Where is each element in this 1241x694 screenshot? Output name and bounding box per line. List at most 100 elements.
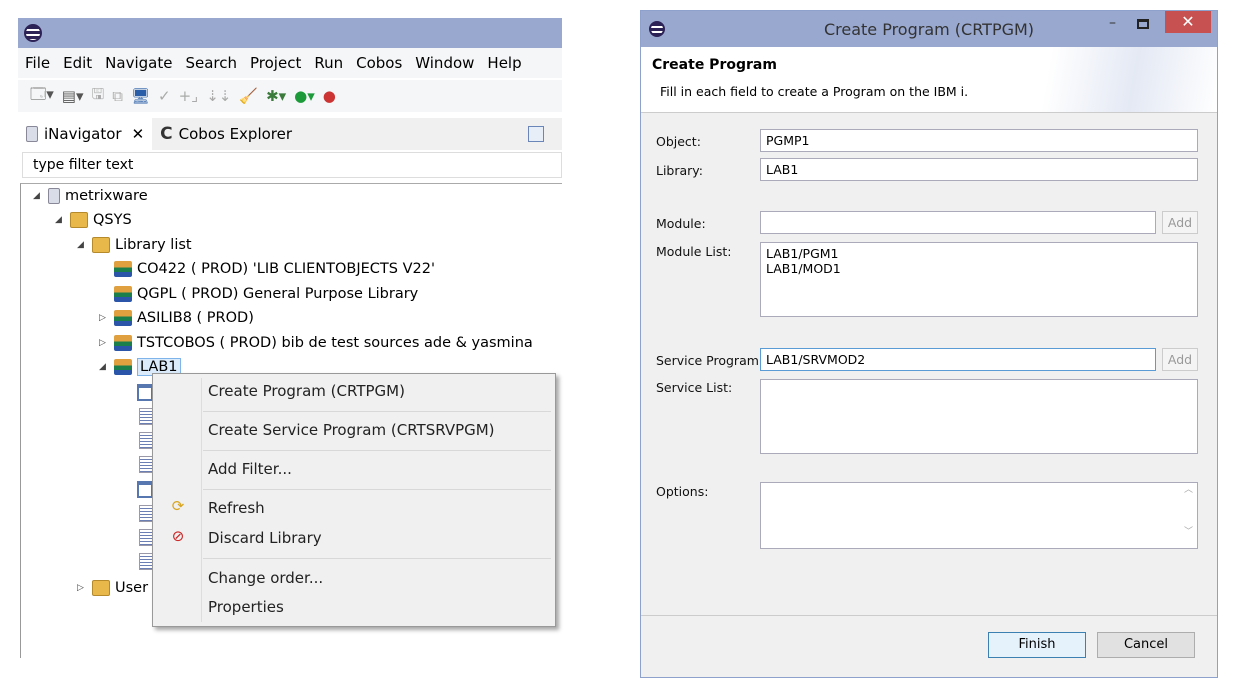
program-icon[interactable] (137, 481, 153, 498)
tab-inavigator[interactable]: iNavigator ✕ (18, 118, 153, 150)
module-input[interactable] (760, 211, 1156, 234)
member-icon[interactable] (139, 432, 153, 449)
service-program-label: Service Program: (656, 353, 764, 368)
module-list[interactable]: LAB1/PGM1 LAB1/MOD1 (760, 242, 1198, 317)
tree-label: QGPL ( PROD) General Purpose Library (137, 286, 419, 302)
broom-icon[interactable]: 🧹 (239, 87, 258, 105)
new-file-icon[interactable]: ▤▾ (62, 87, 84, 105)
menu-edit[interactable]: Edit (56, 54, 98, 72)
menu-file[interactable]: File (18, 54, 56, 72)
menu-search[interactable]: Search (178, 54, 243, 72)
member-icon[interactable] (139, 529, 153, 546)
menu-window[interactable]: Window (408, 54, 480, 72)
menu-item-create-program[interactable]: Create Program (CRTPGM) (208, 380, 405, 402)
tab-label: iNavigator (44, 125, 122, 143)
service-list[interactable] (760, 379, 1198, 454)
library-icon (114, 359, 132, 375)
collapsed-icon[interactable]: ▷ (77, 583, 87, 593)
add-service-program-button[interactable]: Add (1162, 348, 1198, 371)
maximize-button[interactable] (1137, 19, 1149, 29)
dialog-title: Create Program (CRTPGM) (823, 19, 1035, 39)
expanded-icon[interactable]: ◢ (99, 362, 109, 372)
collapsed-icon[interactable]: ▷ (99, 313, 109, 323)
menu-item-properties[interactable]: Properties (208, 596, 284, 618)
library-icon (114, 261, 132, 277)
library-label: Library: (656, 163, 704, 178)
program-icon[interactable] (137, 384, 153, 401)
expanded-icon[interactable]: ◢ (55, 215, 65, 225)
spellcheck-icon[interactable]: ✓ (158, 87, 171, 105)
list-item[interactable]: LAB1/MOD1 (766, 261, 1192, 276)
member-icon[interactable] (139, 505, 153, 522)
menu-help[interactable]: Help (480, 54, 527, 72)
tree-item-library-list[interactable]: ◢ Library list (77, 233, 192, 257)
menu-item-create-service-program[interactable]: Create Service Program (CRTSRVPGM) (208, 419, 495, 441)
refresh-icon: ⟳ (171, 497, 185, 515)
eclipse-icon (649, 21, 665, 37)
library-input[interactable]: LAB1 (760, 158, 1198, 181)
tree-item-qsys[interactable]: ◢ QSYS (55, 208, 132, 232)
member-icon[interactable] (139, 553, 153, 570)
minimize-view-icon[interactable] (528, 126, 544, 142)
new-icon[interactable]: 🗔▾ (30, 84, 54, 109)
menu-bar: File Edit Navigate Search Project Run Co… (18, 48, 562, 78)
server-icon (48, 188, 60, 204)
save-all-icon[interactable]: ⧉ (112, 87, 123, 105)
cancel-button[interactable]: Cancel (1097, 632, 1195, 658)
tree-label: metrixware (65, 188, 148, 204)
ide-titlebar (18, 18, 562, 48)
terminal-icon[interactable]: 🖥 (131, 87, 150, 105)
tree-label: User (115, 580, 149, 596)
header-title: Create Program (652, 57, 777, 73)
member-icon[interactable] (139, 456, 153, 473)
toolbar: 🗔▾ ▤▾ 🖫 ⧉ 🖥 ✓ +⌟ ⇣⇣ 🧹 ✱▾ ●▾ ● (18, 80, 562, 112)
member-icon[interactable] (139, 408, 153, 425)
menu-item-change-order[interactable]: Change order... (208, 567, 323, 589)
view-tabs: iNavigator ✕ C Cobos Explorer (18, 118, 562, 150)
expanded-icon[interactable]: ◢ (33, 191, 43, 201)
tree-item-library[interactable]: ▷ TSTCOBOS ( PROD) bib de test sources ad… (99, 331, 533, 355)
menu-item-discard-library[interactable]: Discard Library (208, 527, 322, 549)
library-icon (114, 335, 132, 351)
tab-cobos-explorer[interactable]: C Cobos Explorer (152, 118, 300, 150)
close-icon[interactable]: ✕ (132, 125, 145, 143)
library-icon (114, 286, 132, 302)
expanded-icon[interactable]: ◢ (77, 240, 87, 250)
folder-icon (70, 212, 88, 228)
minimize-button[interactable]: – (1109, 15, 1116, 31)
service-program-input[interactable]: LAB1/SRVMOD2 (760, 348, 1156, 371)
tree-label: QSYS (93, 212, 132, 228)
add-icon[interactable]: +⌟ (179, 87, 199, 105)
binary-icon[interactable]: ⇣⇣ (206, 87, 231, 105)
menu-run[interactable]: Run (307, 54, 349, 72)
cobos-icon: C (160, 124, 173, 144)
filter-input[interactable]: type filter text (22, 152, 562, 178)
finish-button[interactable]: Finish (988, 632, 1086, 658)
dialog-header: Create Program Fill in each field to cre… (641, 47, 1217, 113)
debug-icon[interactable]: ✱▾ (266, 87, 286, 105)
dialog-titlebar: Create Program (CRTPGM) – ✕ (641, 11, 1217, 47)
external-tools-icon[interactable]: ● (323, 87, 336, 105)
tree-item-library[interactable]: ▷ ASILIB8 ( PROD) (99, 306, 254, 330)
object-input[interactable]: PGMP1 (760, 129, 1198, 152)
tree-item-user[interactable]: ▷ User (77, 576, 148, 600)
tree-label: CO422 ( PROD) 'LIB CLIENTOBJECTS V22' (137, 261, 435, 277)
discard-icon: ⊘ (171, 527, 185, 545)
run-icon[interactable]: ●▾ (294, 87, 315, 105)
menu-project[interactable]: Project (243, 54, 307, 72)
library-icon (114, 310, 132, 326)
tree-item-library[interactable]: CO422 ( PROD) 'LIB CLIENTOBJECTS V22' (99, 257, 435, 281)
close-button[interactable]: ✕ (1165, 11, 1211, 33)
menu-navigate[interactable]: Navigate (98, 54, 178, 72)
list-item[interactable]: LAB1/PGM1 (766, 246, 1192, 261)
collapsed-icon[interactable]: ▷ (99, 338, 109, 348)
scrollbar[interactable]: ︿ ﹀ (1180, 483, 1197, 548)
menu-item-refresh[interactable]: Refresh (208, 497, 265, 519)
tree-item-metrixware[interactable]: ◢ metrixware (33, 184, 148, 208)
options-textarea[interactable]: ︿ ﹀ (760, 482, 1198, 549)
menu-item-add-filter[interactable]: Add Filter... (208, 458, 292, 480)
tree-item-library[interactable]: QGPL ( PROD) General Purpose Library (99, 282, 418, 306)
save-icon[interactable]: 🖫 (92, 84, 105, 109)
menu-cobos[interactable]: Cobos (349, 54, 408, 72)
add-module-button[interactable]: Add (1162, 211, 1198, 234)
